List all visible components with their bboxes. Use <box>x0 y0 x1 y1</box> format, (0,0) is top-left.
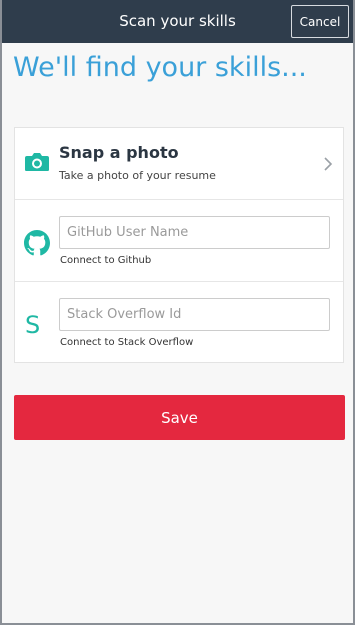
stackoverflow-row: S Connect to Stack Overflow <box>15 282 343 364</box>
github-icon <box>24 230 50 256</box>
chevron-right-icon <box>324 157 333 171</box>
header-bar: Scan your skills Cancel <box>2 0 353 43</box>
snap-photo-subtitle: Take a photo of your resume <box>59 169 216 182</box>
stackoverflow-hint: Connect to Stack Overflow <box>60 337 194 348</box>
stackoverflow-id-input[interactable] <box>59 298 330 331</box>
skills-sources-card: Snap a photo Take a photo of your resume… <box>14 127 344 363</box>
github-username-input[interactable] <box>59 216 330 249</box>
snap-photo-title: Snap a photo <box>59 143 179 162</box>
stackoverflow-icon: S <box>25 311 41 339</box>
cancel-button[interactable]: Cancel <box>291 5 349 38</box>
snap-photo-row[interactable]: Snap a photo Take a photo of your resume <box>15 128 343 200</box>
save-button[interactable]: Save <box>14 395 345 440</box>
github-hint: Connect to Github <box>60 255 152 266</box>
camera-icon <box>25 153 49 171</box>
page-title: We'll find your skills... <box>13 52 307 83</box>
github-row: Connect to Github <box>15 200 343 282</box>
app-frame: Scan your skills Cancel We'll find your … <box>0 0 355 625</box>
